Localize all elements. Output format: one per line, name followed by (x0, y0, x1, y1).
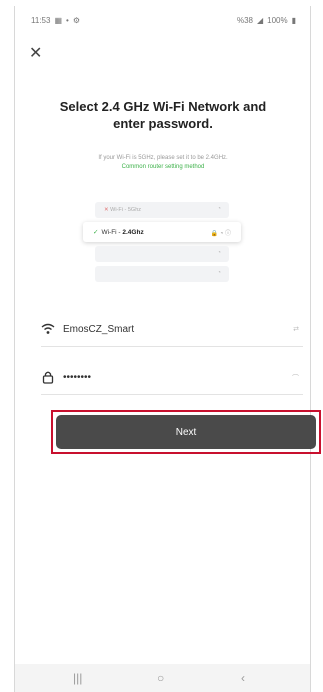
password-value: •••••••• (63, 372, 92, 383)
android-nav-bar: ||| ○ ‹ (15, 664, 310, 692)
wifi-network-name: EmosCZ_Smart (63, 324, 135, 335)
eye-off-icon[interactable]: ⌒ (292, 373, 299, 383)
illustration-row-blank-2: ◔ (95, 266, 229, 282)
back-icon[interactable]: ‹ (241, 671, 245, 685)
signal-text: %38 (236, 16, 253, 25)
password-field[interactable]: •••••••• ⌒ (41, 366, 303, 395)
illustration-24-band: 2.4Ghz (122, 229, 144, 236)
phone-screen: 11:53 ▦ • ⚙ %38 ◢ 100% ▮ ✕ Select 2.4 GH… (14, 6, 321, 692)
page-title: Select 2.4 GHz Wi-Fi Network and enter p… (59, 99, 267, 131)
lock-wifi-info-icons: 🔒 ◔ ⓘ (210, 231, 231, 237)
router-setting-link[interactable]: Common router setting method (47, 163, 279, 172)
check-icon: ✓ (93, 229, 99, 236)
illustration-row-24g: ✓ Wi-Fi - 2.4Ghz 🔒 ◔ ⓘ (83, 222, 241, 242)
illustration-row-blank-1: ◔ (95, 246, 229, 262)
recents-icon[interactable]: ||| (73, 671, 82, 685)
signal-icon: ◢ (256, 16, 264, 25)
next-button-highlight: Next (51, 410, 321, 454)
battery-text: 100% (267, 16, 288, 25)
lock-icon (41, 370, 57, 386)
wifi-icon: ◔ (217, 270, 221, 276)
illustration-5g-label: Wi-Fi - 5Ghz (110, 207, 142, 213)
hint-text-block: If your Wi-Fi is 5GHz, please set it to … (47, 154, 279, 172)
wifi-icon: ◔ (217, 206, 221, 212)
dot-icon: • (66, 16, 69, 25)
wifi-icon: ◔ (217, 250, 221, 256)
calendar-icon: ▦ (54, 16, 62, 25)
illustration-row-5g: ✕ Wi-Fi - 5Ghz ◔ (95, 202, 229, 218)
battery-icon: ▮ (291, 16, 296, 25)
wifi-icon (41, 322, 57, 338)
next-button[interactable]: Next (56, 415, 316, 449)
switch-network-icon[interactable]: ⇄ (293, 325, 299, 333)
illustration-24-prefix: Wi-Fi - (101, 229, 123, 236)
home-icon[interactable]: ○ (157, 671, 164, 685)
close-icon[interactable]: ✕ (29, 46, 42, 62)
wifi-illustration: ✕ Wi-Fi - 5Ghz ◔ ✓ Wi-Fi - 2.4Ghz 🔒 ◔ ⓘ ◔… (83, 202, 241, 292)
settings-icon: ⚙ (72, 16, 80, 25)
status-bar: 11:53 ▦ • ⚙ %38 ◢ 100% ▮ (31, 16, 296, 30)
status-time: 11:53 (31, 16, 51, 25)
hint-text: If your Wi-Fi is 5GHz, please set it to … (98, 155, 228, 161)
wifi-network-field[interactable]: EmosCZ_Smart ⇄ (41, 318, 303, 347)
